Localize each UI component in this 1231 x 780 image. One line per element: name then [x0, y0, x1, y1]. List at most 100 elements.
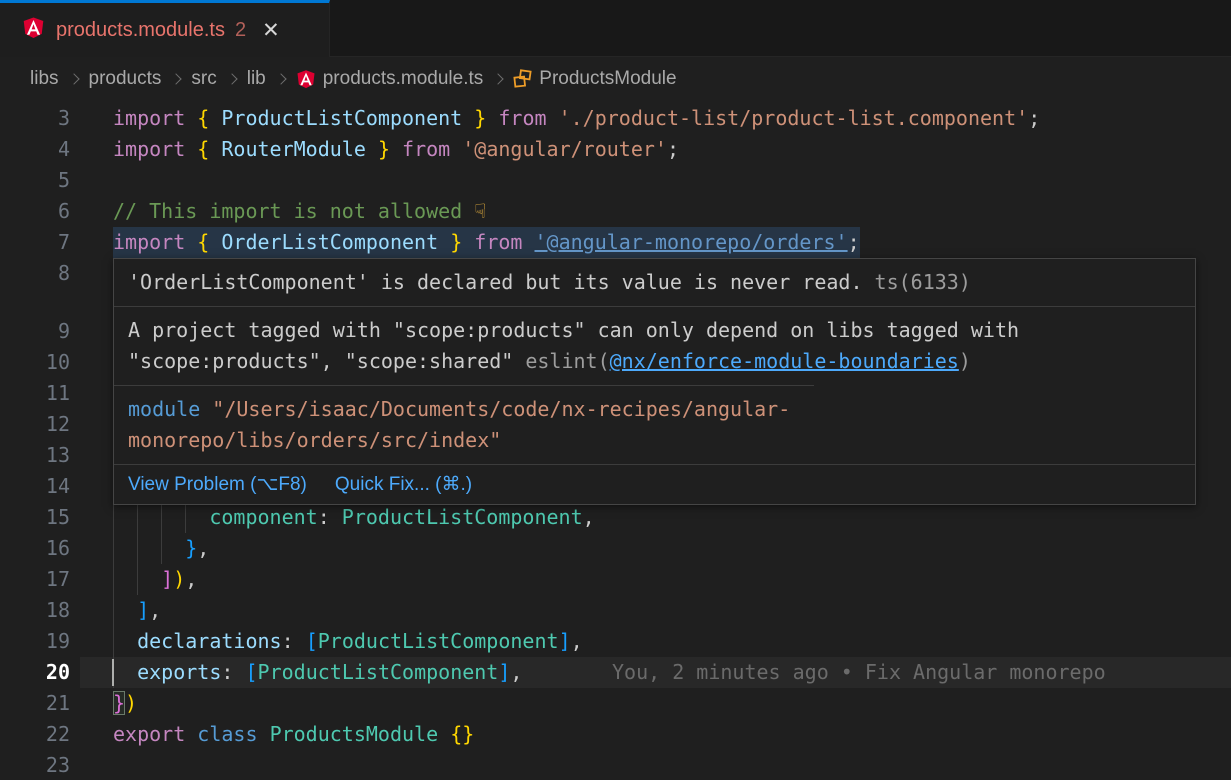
close-icon[interactable]: ✕	[262, 20, 280, 41]
line-content[interactable]: import { RouterModule } from '@angular/r…	[113, 134, 679, 165]
chevron-right-icon	[493, 73, 504, 84]
angular-icon	[22, 16, 45, 44]
code-token	[209, 230, 221, 254]
code-token	[462, 106, 474, 130]
code-line-19[interactable]: 19 declarations: [ProductListComponent],	[0, 626, 1231, 657]
code-line-18[interactable]: 18 ],	[0, 595, 1231, 626]
code-token: }	[474, 106, 486, 130]
code-token: {	[197, 230, 209, 254]
breadcrumb-item-lib[interactable]: lib	[247, 68, 266, 90]
code-token	[462, 230, 474, 254]
line-content[interactable]: declarations: [ProductListComponent],	[113, 626, 583, 657]
angular-icon	[296, 69, 316, 89]
code-token: ProductsModule	[270, 722, 439, 746]
line-number: 19	[0, 626, 70, 657]
code-token	[258, 722, 270, 746]
module-path-link[interactable]: '@angular-monorepo/orders'	[535, 230, 848, 254]
code-token: ,	[510, 660, 522, 684]
code-line-22[interactable]: 22export class ProductsModule {}	[0, 719, 1231, 750]
quick-fix-button[interactable]: Quick Fix... (⌘.)	[335, 473, 472, 496]
tab-problems-badge: 2	[235, 19, 246, 42]
code-token: OrderListComponent	[221, 230, 438, 254]
line-number: 7	[0, 227, 70, 258]
code-line-21[interactable]: 21})	[0, 688, 1231, 719]
line-number: 11	[0, 378, 70, 409]
ts-diagnostic-message: 'OrderListComponent' is declared but its…	[128, 270, 863, 294]
breadcrumb-item-products[interactable]: products	[89, 68, 162, 90]
code-token: './product-list/product-list.component'	[559, 106, 1029, 130]
line-number: 4	[0, 134, 70, 165]
line-number: 13	[0, 440, 70, 471]
code-line-4[interactable]: 4 import { RouterModule } from '@angular/…	[0, 134, 1231, 165]
tab-title: products.module.ts	[56, 19, 225, 42]
code-token: }	[450, 230, 462, 254]
eslint-rule-link[interactable]: @nx/enforce-module-boundaries	[610, 349, 959, 373]
code-token: from	[402, 137, 450, 161]
code-token	[113, 505, 209, 529]
line-number: 10	[0, 347, 70, 378]
code-token: ;	[848, 230, 860, 254]
hover-actions: View Problem (⌥F8) Quick Fix... (⌘.)	[114, 464, 1195, 504]
code-token	[113, 629, 137, 653]
code-line-3[interactable]: 3import { ProductListComponent } from '.…	[0, 103, 1231, 134]
line-number: 15	[0, 502, 70, 533]
line-content[interactable]: export class ProductsModule {}	[113, 719, 474, 750]
line-content[interactable]: component: ProductListComponent,	[113, 502, 595, 533]
code-token: class	[197, 722, 257, 746]
breadcrumb-symbol[interactable]: ProductsModule	[513, 68, 676, 90]
line-content[interactable]: })	[113, 688, 137, 719]
code-line-6[interactable]: 6// This import is not allowed ☟	[0, 196, 1231, 227]
code-token: ProductListComponent	[258, 660, 499, 684]
code-token	[486, 106, 498, 130]
breadcrumb-item-libs[interactable]: libs	[30, 68, 59, 90]
code-token	[185, 106, 197, 130]
tab-products-module[interactable]: products.module.ts 2 ✕	[0, 0, 330, 57]
code-token: ,	[197, 536, 209, 560]
ts-diagnostic-code: ts(6133)	[863, 270, 971, 294]
view-problem-button[interactable]: View Problem (⌥F8)	[128, 473, 307, 496]
code-token	[113, 598, 137, 622]
tab-bar: products.module.ts 2 ✕	[0, 0, 1231, 57]
code-token: ☟	[474, 199, 486, 223]
code-token	[113, 660, 137, 684]
code-token: ProductListComponent	[221, 106, 462, 130]
line-number: 9	[0, 316, 70, 347]
code-token	[209, 137, 221, 161]
line-content[interactable]: // This import is not allowed ☟	[113, 196, 486, 227]
line-number: 14	[0, 471, 70, 502]
code-token: declarations	[137, 629, 282, 653]
code-line-7[interactable]: 7import { OrderListComponent } from '@an…	[0, 227, 1231, 258]
line-content[interactable]: },	[113, 533, 209, 564]
text-cursor	[112, 659, 114, 686]
breadcrumb-file[interactable]: products.module.ts	[296, 68, 484, 90]
code-line-20[interactable]: 20 exports: [ProductListComponent],You, …	[0, 657, 1231, 688]
code-line-17[interactable]: 17 ]),	[0, 564, 1231, 595]
module-keyword: module	[128, 397, 200, 421]
code-token	[547, 106, 559, 130]
code-token: }	[378, 137, 390, 161]
line-number: 17	[0, 564, 70, 595]
line-content[interactable]: ]),	[113, 564, 197, 595]
line-content[interactable]: exports: [ProductListComponent],	[113, 657, 522, 688]
code-line-16[interactable]: 16 },	[0, 533, 1231, 564]
code-token: :	[318, 505, 342, 529]
class-symbol-icon	[513, 69, 532, 88]
chevron-right-icon	[171, 73, 182, 84]
breadcrumb-item-src[interactable]: src	[191, 68, 216, 90]
chevron-right-icon	[275, 73, 286, 84]
line-content[interactable]: import { ProductListComponent } from './…	[113, 103, 1040, 134]
module-path: "/Users/isaac/Documents/code/nx-recipes/…	[128, 397, 790, 452]
code-token: // This import is not allowed	[113, 199, 474, 223]
line-content[interactable]: ],	[113, 595, 161, 626]
code-line-23[interactable]: 23	[0, 750, 1231, 780]
code-token	[450, 137, 462, 161]
vscode-window: products.module.ts 2 ✕ libsproductssrcli…	[0, 0, 1231, 780]
code-line-15[interactable]: 15 component: ProductListComponent,	[0, 502, 1231, 533]
code-token: import	[113, 137, 185, 161]
ts-diagnostic: 'OrderListComponent' is declared but its…	[114, 259, 1195, 306]
code-token: {	[197, 106, 209, 130]
code-token	[113, 567, 161, 591]
code-token: }	[185, 536, 197, 560]
breadcrumb: libs products src lib products.module.ts Pr…	[0, 57, 1231, 100]
code-line-5[interactable]: 5	[0, 165, 1231, 196]
